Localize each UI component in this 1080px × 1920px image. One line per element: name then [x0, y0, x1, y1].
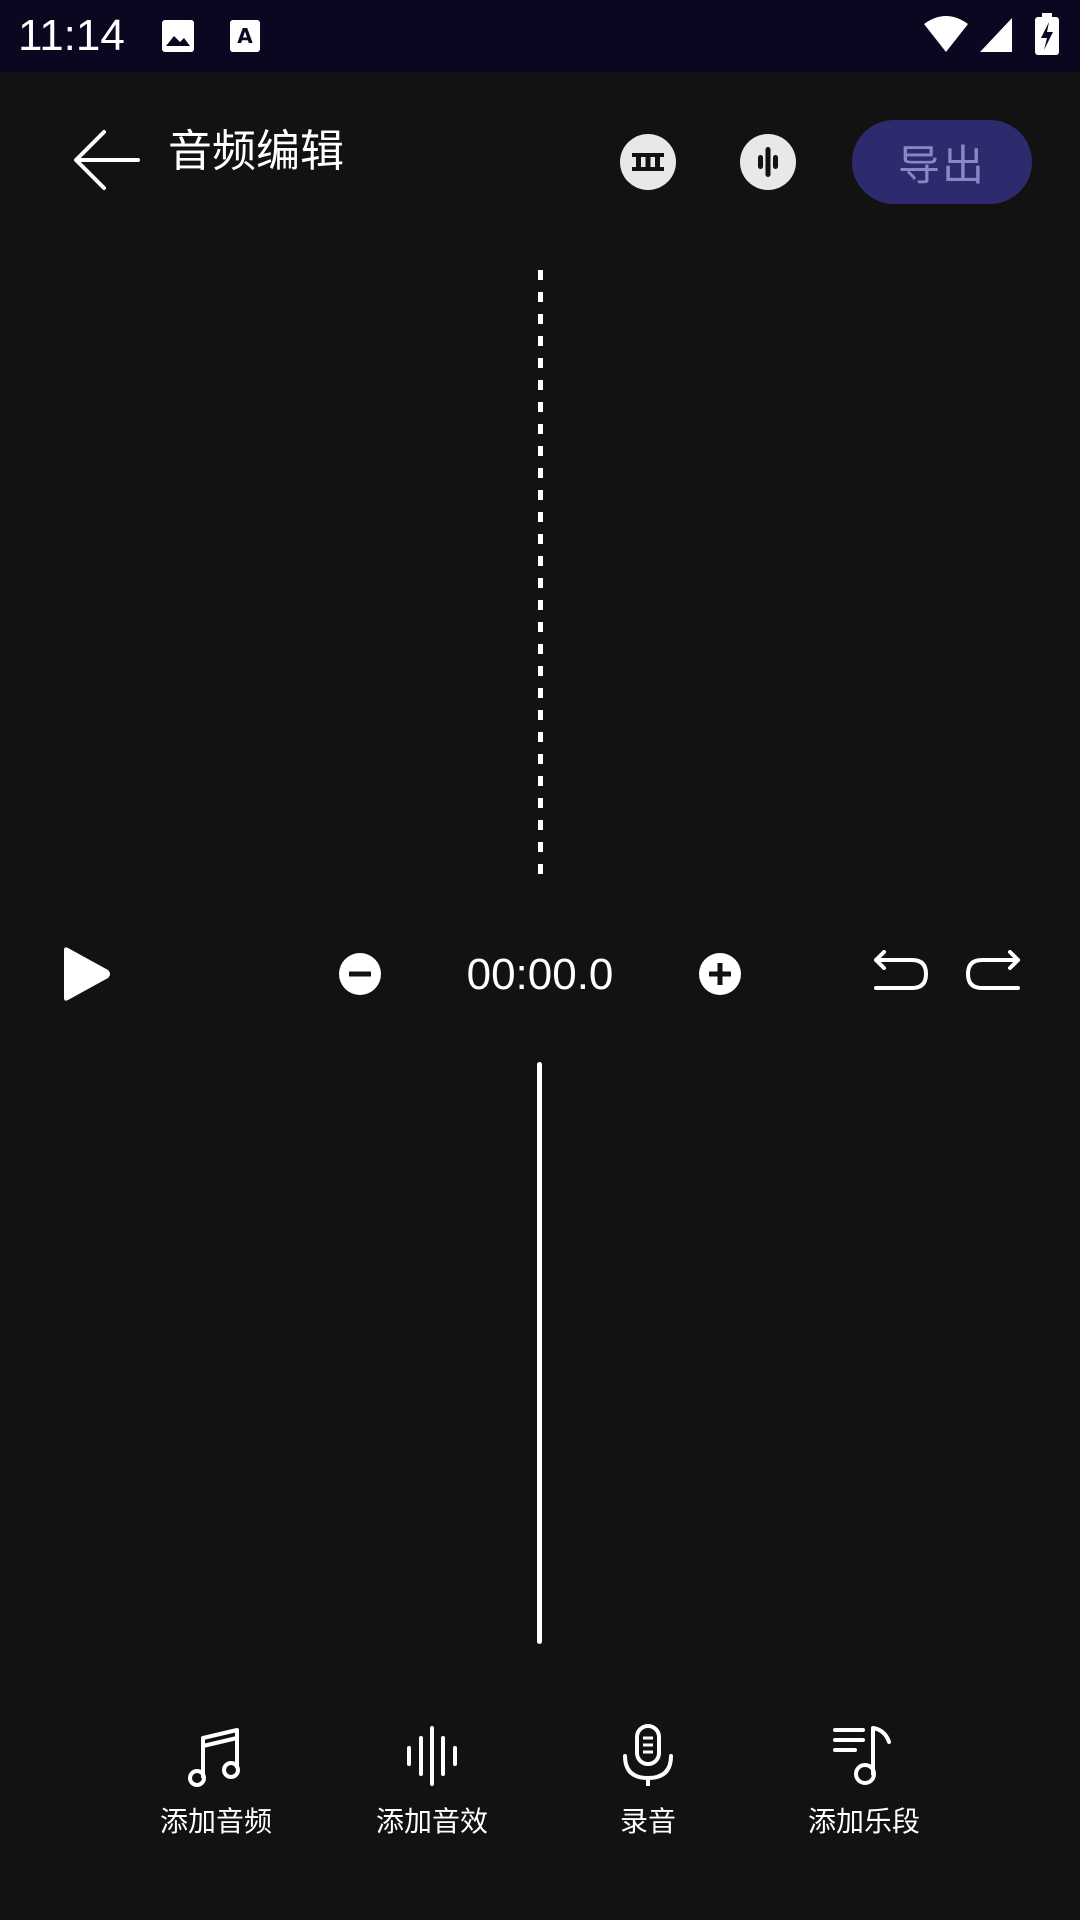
waveform-icon: [758, 147, 778, 177]
image-icon: [162, 20, 194, 52]
export-button[interactable]: 导出: [852, 120, 1032, 204]
status-bar: 11:14 A: [0, 0, 1080, 72]
zoom-out-icon[interactable]: [338, 952, 382, 996]
bottom-toolbar: 添加音频 添加音效 录音 添加乐段: [0, 1720, 1080, 1860]
battery-charging-icon: [1035, 13, 1059, 55]
film-strip-icon: [632, 153, 664, 171]
timeline-playhead[interactable]: [537, 1062, 542, 1644]
zoom-in-icon[interactable]: [698, 952, 742, 996]
playlist-music-icon: [833, 1726, 891, 1785]
microphone-icon: [623, 1724, 673, 1786]
app-bar: 音频编辑 导出: [0, 72, 1080, 252]
audio-editor-screen: 11:14 A 音频编辑 导出 00:00.0 添加音频 添加音效 录音 添加乐…: [0, 0, 1080, 1920]
film-strip-button[interactable]: [620, 134, 676, 190]
add-sound-effect-button[interactable]: 添加音效: [332, 1720, 532, 1860]
undo-icon[interactable]: [870, 950, 930, 994]
redo-icon[interactable]: [964, 950, 1024, 994]
tool-label: 添加音效: [375, 1805, 488, 1838]
back-arrow-icon[interactable]: [70, 122, 146, 198]
tool-label: 添加乐段: [807, 1805, 920, 1838]
status-time: 11:14: [18, 11, 125, 60]
wifi-icon: [924, 16, 968, 52]
time-display: 00:00.0: [466, 950, 614, 999]
page-title: 音频编辑: [168, 126, 344, 177]
signal-icon: [980, 18, 1012, 52]
playback-controls: 00:00.0: [0, 930, 1080, 1020]
tool-label: 添加音频: [159, 1805, 272, 1838]
text-a-icon: A: [230, 20, 260, 52]
waveform-button[interactable]: [740, 134, 796, 190]
preview-guideline: [538, 270, 543, 882]
tool-label: 录音: [619, 1805, 676, 1838]
record-button[interactable]: 录音: [548, 1720, 748, 1860]
sound-wave-icon: [407, 1726, 457, 1786]
svg-text:A: A: [237, 24, 253, 48]
add-music-segment-button[interactable]: 添加乐段: [764, 1720, 964, 1860]
play-icon[interactable]: [58, 944, 114, 1004]
add-audio-button[interactable]: 添加音频: [116, 1720, 316, 1860]
music-note-icon: [188, 1728, 240, 1787]
